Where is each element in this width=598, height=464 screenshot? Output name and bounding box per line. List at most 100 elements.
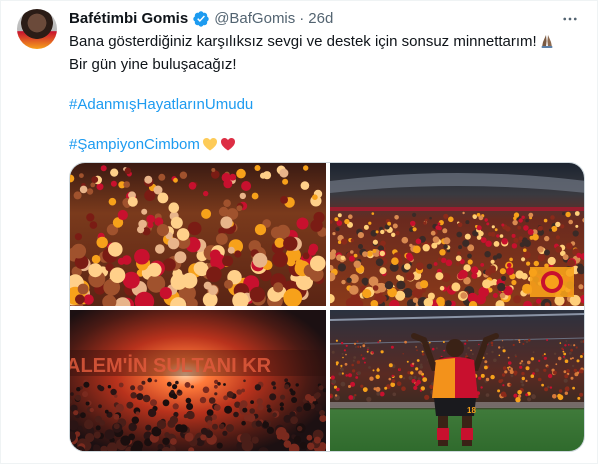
crowd-texture <box>484 365 488 370</box>
crowd-texture <box>236 389 242 395</box>
crowd-texture <box>572 386 575 390</box>
crowd-texture <box>242 407 248 413</box>
crowd-texture <box>130 425 136 431</box>
crowd-texture <box>532 233 539 241</box>
crowd-texture <box>355 346 357 348</box>
crowd-texture <box>390 382 396 388</box>
crowd-texture <box>451 282 461 292</box>
crowd-texture <box>254 384 262 391</box>
crowd-texture <box>537 377 542 382</box>
crowd-texture <box>413 375 417 380</box>
crowd-texture <box>555 363 558 366</box>
crowd-texture <box>546 339 549 341</box>
crowd-texture <box>398 367 401 370</box>
crowd-texture <box>252 252 268 268</box>
crowd-texture <box>170 438 177 445</box>
crowd-texture <box>518 339 521 342</box>
crowd-texture <box>371 212 375 215</box>
hashtag-link-1[interactable]: #AdanmışHayatlarınUmudu <box>69 96 253 113</box>
crowd-texture <box>560 224 565 229</box>
crowd-texture <box>375 230 379 234</box>
crowd-texture <box>515 397 521 403</box>
crowd-texture <box>86 188 94 195</box>
crowd-texture <box>174 251 187 264</box>
crowd-texture <box>226 424 234 433</box>
crowd-texture <box>71 243 87 259</box>
crowd-texture <box>376 368 380 372</box>
crowd-texture <box>372 285 379 291</box>
crowd-texture <box>435 272 444 281</box>
crowd-texture <box>224 405 233 414</box>
crowd-texture <box>142 394 151 403</box>
crowd-texture <box>214 384 218 389</box>
photo-player-celebrating[interactable]: 18 <box>330 310 584 451</box>
crowd-texture <box>517 390 522 395</box>
photo-flare-stand[interactable]: ALEM'İN SULTANI KR <box>70 310 326 451</box>
crowd-texture <box>147 408 157 418</box>
crowd-texture <box>233 411 239 418</box>
crowd-texture <box>336 387 340 392</box>
crowd-texture <box>337 263 346 272</box>
crowd-texture <box>76 387 81 392</box>
crowd-texture <box>280 196 288 204</box>
crowd-texture <box>568 351 572 355</box>
crowd-texture <box>331 379 337 385</box>
crowd-texture <box>93 431 101 439</box>
crowd-texture <box>89 407 94 413</box>
crowd-texture <box>564 374 569 379</box>
crowd-texture <box>384 281 394 290</box>
crowd-texture <box>350 250 354 254</box>
crowd-texture <box>505 226 511 232</box>
crowd-texture <box>93 444 101 451</box>
crowd-texture <box>120 435 131 446</box>
tweet-card[interactable]: Bafétimbi Gomis @BafGomis · 26d Bana gös… <box>0 0 598 464</box>
crowd-texture <box>536 298 542 304</box>
crowd-texture <box>130 385 136 391</box>
crowd-texture <box>293 435 302 444</box>
crowd-texture <box>410 371 414 375</box>
crowd-texture <box>384 386 388 390</box>
crowd-texture <box>254 165 261 171</box>
crowd-texture <box>254 224 267 236</box>
hashtag-link-2[interactable]: #ŞampiyonCimbom <box>69 136 200 153</box>
crowd-texture <box>443 244 448 249</box>
crowd-texture <box>491 225 495 229</box>
author-handle[interactable]: @BafGomis <box>214 9 295 29</box>
crowd-texture <box>543 368 547 372</box>
crowd-texture <box>200 434 207 441</box>
avatar[interactable] <box>17 9 57 49</box>
crowd-texture <box>485 377 490 382</box>
crowd-texture <box>467 346 470 350</box>
photo-stadium-crowd[interactable] <box>330 163 584 306</box>
crowd-texture <box>113 413 120 420</box>
crowd-texture <box>490 374 495 380</box>
crowd-texture <box>553 370 557 375</box>
crowd-texture <box>380 240 386 247</box>
crowd-texture <box>501 275 507 281</box>
crowd-texture <box>353 260 362 269</box>
crowd-texture <box>74 233 82 241</box>
crowd-texture <box>569 357 573 360</box>
crowd-texture <box>521 371 525 376</box>
crowd-texture <box>350 238 354 243</box>
author-name[interactable]: Bafétimbi Gomis <box>69 9 188 29</box>
crowd-texture <box>98 385 105 392</box>
crowd-texture <box>518 236 523 241</box>
crowd-texture <box>234 250 242 258</box>
tweet-timestamp[interactable]: 26d <box>308 9 333 29</box>
more-horizontal-icon[interactable] <box>559 8 581 30</box>
crowd-texture <box>272 251 288 268</box>
crowd-texture <box>559 342 562 344</box>
crowd-texture <box>368 366 371 369</box>
photo-fans-cheering[interactable] <box>70 163 326 306</box>
crowd-texture <box>118 382 124 388</box>
crowd-texture <box>541 383 544 387</box>
crowd-texture <box>173 177 178 183</box>
crowd-texture <box>564 344 567 347</box>
crowd-texture <box>571 364 575 368</box>
crowd-texture <box>306 434 313 441</box>
crowd-texture <box>272 412 277 418</box>
crowd-texture <box>506 262 512 268</box>
crowd-texture <box>137 384 144 391</box>
crowd-texture <box>269 393 277 401</box>
